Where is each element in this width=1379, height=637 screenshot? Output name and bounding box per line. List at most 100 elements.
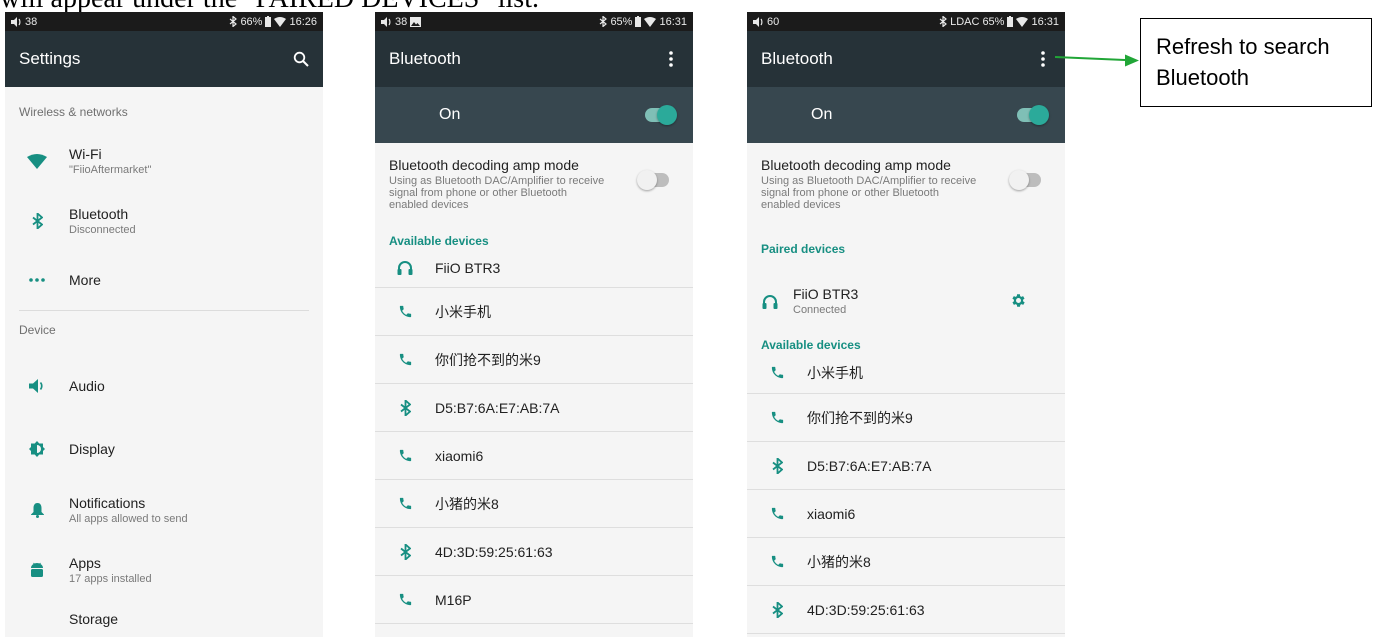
amp-mode-toggle[interactable] <box>1009 170 1041 190</box>
status-battery: 66% <box>240 15 263 28</box>
phone-icon <box>771 555 783 568</box>
phone-icon <box>399 353 411 366</box>
available-devices-list: FiiO BTR3 小米手机 你们抢不到的米9 D5:B7:6A:E7:AB:7… <box>375 248 693 624</box>
callout-text: Refresh to search Bluetooth <box>1156 34 1330 90</box>
screen-bluetooth-paired: 60 LDAC 65% 16:31 Bluetooth On Bluetooth… <box>747 12 1065 637</box>
bluetooth-status-icon <box>230 16 238 27</box>
list-item[interactable]: 小米手机 <box>747 352 1065 394</box>
settings-item-title: Bluetooth <box>69 206 129 222</box>
search-icon[interactable] <box>291 47 311 71</box>
status-bar: 60 LDAC 65% 16:31 <box>747 12 1065 31</box>
status-time: 16:31 <box>1031 15 1059 28</box>
headphones-icon <box>762 294 778 309</box>
device-name: 小米手机 <box>435 303 491 320</box>
settings-item-summary: 17 apps installed <box>69 573 152 585</box>
available-devices-header: Available devices <box>761 338 861 352</box>
status-time: 16:31 <box>659 15 687 28</box>
android-icon <box>31 562 43 577</box>
status-time: 16:26 <box>289 15 317 28</box>
settings-item-display[interactable]: Display <box>5 441 323 457</box>
amp-mode-toggle[interactable] <box>637 170 669 190</box>
switch-label: On <box>811 106 833 123</box>
bluetooth-icon <box>399 543 411 560</box>
available-devices-list: 小米手机 你们抢不到的米9 D5:B7:6A:E7:AB:7A xiaomi6 … <box>747 352 1065 634</box>
list-item[interactable]: D5:B7:6A:E7:AB:7A <box>747 442 1065 490</box>
amp-mode-title: Bluetooth decoding amp mode <box>761 157 951 173</box>
list-item[interactable]: xiaomi6 <box>375 432 693 480</box>
app-bar: Settings <box>5 31 323 87</box>
bluetooth-icon <box>771 457 783 474</box>
more-horiz-icon <box>29 278 45 282</box>
settings-item-title: Audio <box>69 378 105 394</box>
device-name: 4D:3D:59:25:61:63 <box>807 601 925 618</box>
settings-item-summary: Disconnected <box>69 224 136 236</box>
amp-mode-setting[interactable]: Bluetooth decoding amp mode Using as Blu… <box>747 143 1065 211</box>
settings-item-title: Wi-Fi <box>69 146 102 162</box>
settings-item-wifi[interactable]: Wi-Fi "FiioAftermarket" <box>5 146 323 176</box>
device-name: 小猪的米8 <box>435 495 499 512</box>
volume-icon <box>381 16 391 27</box>
bluetooth-icon <box>31 213 43 229</box>
app-bar: Bluetooth <box>747 31 1065 87</box>
settings-item-bluetooth[interactable]: Bluetooth Disconnected <box>5 206 323 236</box>
phone-icon <box>771 411 783 424</box>
image-icon <box>410 16 422 27</box>
bluetooth-master-switch[interactable]: On <box>747 87 1065 143</box>
page-title: Bluetooth <box>761 49 833 68</box>
list-item[interactable]: 小猪的米8 <box>747 538 1065 586</box>
settings-item-more[interactable]: More <box>5 272 323 288</box>
paired-device-row[interactable]: FiiO BTR3 Connected <box>747 286 1065 316</box>
device-name: M16P <box>435 591 472 608</box>
phone-icon <box>771 366 783 379</box>
device-name: xiaomi6 <box>435 447 484 464</box>
list-item[interactable]: 小米手机 <box>375 288 693 336</box>
list-item[interactable]: 4D:3D:59:25:61:63 <box>375 528 693 576</box>
storage-icon <box>30 612 44 626</box>
amp-mode-description: Using as Bluetooth DAC/Amplifier to rece… <box>389 175 605 211</box>
device-name: xiaomi6 <box>807 505 856 522</box>
bluetooth-toggle[interactable] <box>1017 105 1049 125</box>
device-name: 小猪的米8 <box>807 553 871 570</box>
settings-item-summary: All apps allowed to send <box>69 513 188 525</box>
list-item[interactable]: M16P <box>375 576 693 624</box>
phone-icon <box>399 305 411 318</box>
page-title: Settings <box>19 49 81 68</box>
bluetooth-status-icon <box>939 16 948 27</box>
list-item[interactable]: 你们抢不到的米9 <box>747 394 1065 442</box>
switch-label: On <box>439 106 461 123</box>
settings-item-notifications[interactable]: Notifications All apps allowed to send <box>5 495 323 525</box>
volume-icon <box>11 16 21 27</box>
amp-mode-title: Bluetooth decoding amp mode <box>389 157 579 173</box>
overflow-menu-icon[interactable] <box>1033 47 1053 71</box>
screen-settings: 38 66% 16:26 Settings Wireless & network… <box>5 12 323 637</box>
wifi-icon <box>27 153 47 169</box>
settings-item-storage[interactable]: Storage <box>5 611 323 627</box>
callout-box: Refresh to search Bluetooth <box>1140 18 1372 107</box>
settings-item-title: Apps <box>69 555 101 571</box>
device-name: 你们抢不到的米9 <box>435 351 541 368</box>
screen-bluetooth-available: 38 65% 16:31 Bluetooth On Bluetooth deco… <box>375 12 693 637</box>
device-name: 4D:3D:59:25:61:63 <box>435 543 553 560</box>
bell-icon <box>30 503 44 518</box>
list-item[interactable]: D5:B7:6A:E7:AB:7A <box>375 384 693 432</box>
battery-icon <box>1007 16 1014 27</box>
amp-mode-setting[interactable]: Bluetooth decoding amp mode Using as Blu… <box>375 143 693 211</box>
overflow-menu-icon[interactable] <box>661 47 681 71</box>
bluetooth-master-switch[interactable]: On <box>375 87 693 143</box>
device-name: FiiO BTR3 <box>793 286 859 302</box>
status-volume: 38 <box>25 15 38 28</box>
paired-devices-header: Paired devices <box>761 242 846 256</box>
battery-icon <box>265 16 272 27</box>
list-item[interactable]: 小猪的米8 <box>375 480 693 528</box>
settings-item-audio[interactable]: Audio <box>5 378 323 394</box>
list-item[interactable]: FiiO BTR3 <box>375 248 693 288</box>
status-volume: 60 <box>767 15 780 28</box>
list-item[interactable]: xiaomi6 <box>747 490 1065 538</box>
gear-icon[interactable] <box>1010 292 1027 314</box>
list-item[interactable]: 4D:3D:59:25:61:63 <box>747 586 1065 634</box>
callout-arrow <box>1055 54 1139 67</box>
bluetooth-toggle[interactable] <box>645 105 677 125</box>
settings-item-apps[interactable]: Apps 17 apps installed <box>5 555 323 585</box>
status-battery: 65% <box>610 15 633 28</box>
list-item[interactable]: 你们抢不到的米9 <box>375 336 693 384</box>
